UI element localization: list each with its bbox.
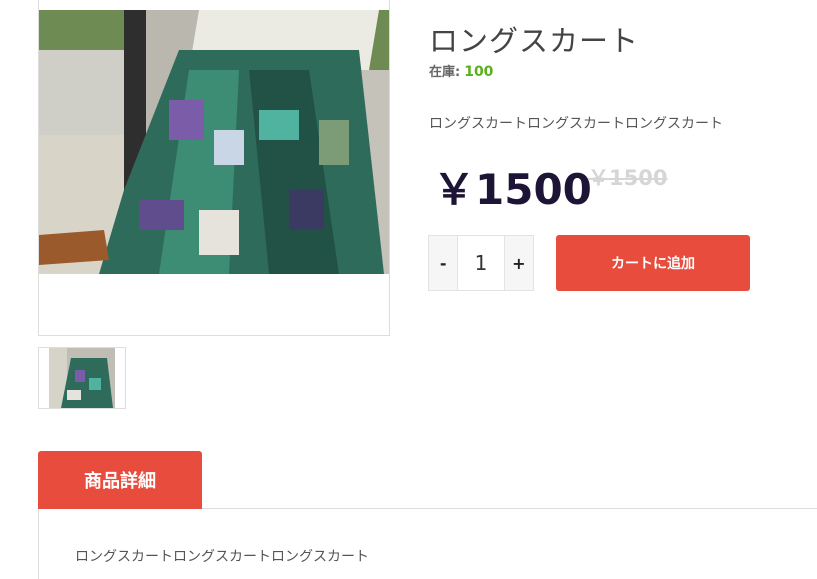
skirt-photo — [39, 10, 389, 274]
product-description: ロングスカートロングスカートロングスカート — [429, 116, 723, 132]
stock-value: 100 — [464, 64, 494, 80]
skirt-thumbnail-photo — [49, 348, 115, 408]
quantity-increase-button[interactable]: + — [503, 236, 533, 290]
main-product-image[interactable] — [38, 0, 390, 336]
stock-info: 在庫: 100 — [429, 61, 493, 80]
product-price: ￥1500 — [433, 165, 592, 214]
product-title: ロングスカート — [429, 24, 640, 58]
tab-panel-border — [38, 508, 39, 579]
quantity-decrease-button[interactable]: - — [429, 236, 459, 290]
quantity-input[interactable]: 1 — [458, 236, 504, 290]
stock-label: 在庫: — [429, 65, 461, 80]
add-to-cart-button[interactable]: カートに追加 — [556, 235, 750, 291]
tab-details-content: ロングスカートロングスカートロングスカート — [75, 549, 369, 565]
tab-product-details[interactable]: 商品詳細 — [38, 451, 202, 509]
product-thumbnail[interactable] — [38, 347, 126, 409]
old-price: ￥1500 — [588, 166, 668, 190]
quantity-stepper: - 1 + — [428, 235, 534, 291]
